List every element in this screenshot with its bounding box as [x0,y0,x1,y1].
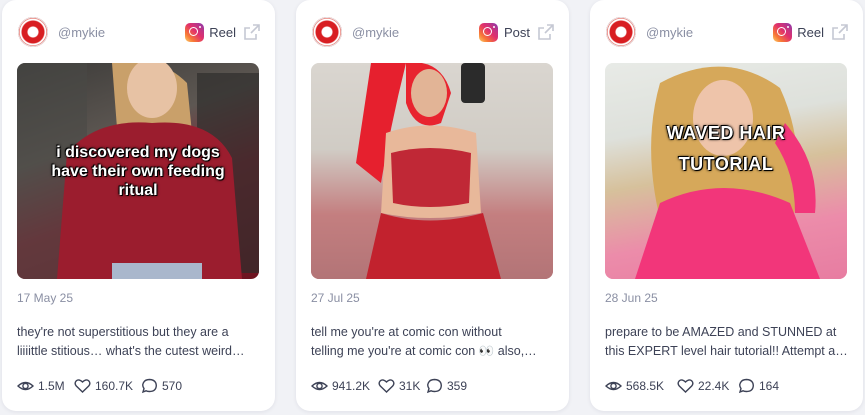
avatar[interactable] [18,17,48,47]
post-type-label: Reel [797,25,824,40]
post-caption: they're not superstitious but they are a… [17,323,261,361]
views-count: 568.5K [626,379,665,393]
likes-count: 22.4K [698,379,730,393]
avatar[interactable] [312,17,342,47]
heart-icon [677,379,694,393]
post-header: @mykie Post [312,17,555,47]
post-caption: tell me you're at comic con without tell… [311,323,555,361]
caption-line: tell me you're at comic con without [311,325,502,339]
comments-count: 359 [447,379,468,393]
post-type-label: Post [503,25,530,40]
heart-icon [378,379,395,393]
caption-line: this EXPERT level hair tutorial!! Attemp… [605,344,848,358]
comment-icon [738,378,755,394]
caption-line: prepare to be AMAZED and STUNNED at [605,325,837,339]
post-card[interactable]: @mykie Post 27 Jul 25 tell me you're at … [296,0,569,411]
author-handle[interactable]: @mykie [58,25,105,40]
media-overlay-text: WAVED HAIR TUTORIAL [666,123,786,174]
caption-line: telling me you're at comic con 👀 also,… [311,344,537,358]
eye-icon [17,381,34,391]
external-link-icon[interactable] [831,23,849,41]
eye-icon [311,381,328,391]
instagram-icon [773,23,792,42]
instagram-icon [479,23,498,42]
comment-icon [141,378,158,394]
author-handle[interactable]: @mykie [352,25,399,40]
caption-line: they're not superstitious but they are a [17,325,229,339]
post-date: 28 Jun 25 [605,291,658,305]
post-card[interactable]: @mykie Reel WAVED HAIR TUTORIAL 28 Jun 2… [590,0,863,411]
views-count: 941.2K [332,379,371,393]
views-count: 1.5M [38,379,65,393]
eye-icon [605,381,622,391]
likes-count: 160.7K [95,379,134,393]
person-figure [311,63,553,279]
post-date: 17 May 25 [17,291,74,305]
likes-count: 31K [399,379,421,393]
external-link-icon[interactable] [537,23,555,41]
caption-line: liiiittle stitious… what's the cutest we… [17,344,245,358]
post-media-thumbnail[interactable]: i discovered my dogs have their own feed… [17,63,259,279]
post-header: @mykie Reel [606,17,849,47]
heart-icon [74,379,91,393]
author-handle[interactable]: @mykie [646,25,693,40]
post-date: 27 Jul 25 [311,291,360,305]
post-caption: prepare to be AMAZED and STUNNED at this… [605,323,849,361]
media-overlay-text: i discovered my dogs have their own feed… [51,144,225,199]
post-card[interactable]: @mykie Reel i discovered my dogs have th… [2,0,275,411]
post-header: @mykie Reel [18,17,261,47]
instagram-icon [185,23,204,42]
post-media-thumbnail[interactable]: WAVED HAIR TUTORIAL [605,63,847,279]
comments-count: 570 [162,379,183,393]
post-type-label: Reel [209,25,236,40]
post-media-thumbnail[interactable] [311,63,553,279]
external-link-icon[interactable] [243,23,261,41]
comments-count: 164 [759,379,780,393]
comment-icon [426,378,443,394]
avatar[interactable] [606,17,636,47]
